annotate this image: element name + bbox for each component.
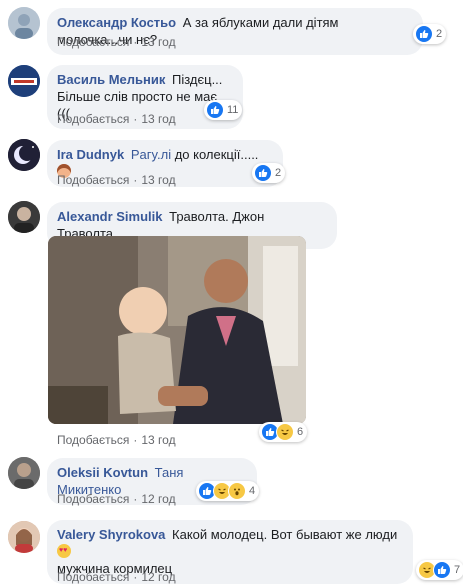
comment-item: Alexandr Simulik Траволта. Джон Траволта… bbox=[0, 197, 463, 447]
avatar[interactable] bbox=[8, 7, 40, 39]
like-link[interactable]: Подобається bbox=[57, 173, 129, 187]
comment-author[interactable]: Valery Shyrokova bbox=[57, 527, 165, 542]
mention-link[interactable]: Paгy.лі bbox=[131, 147, 171, 162]
comment-item: Valery Shyrokova Какой молодец. Вот быва… bbox=[0, 515, 463, 585]
separator-dot: · bbox=[133, 35, 138, 49]
comment-time[interactable]: 13 год bbox=[141, 433, 175, 447]
reaction-summary[interactable]: 4 bbox=[196, 481, 260, 501]
comment-item: Ira Dudnyk Paгy.лі до колекції..... 2 По… bbox=[0, 135, 463, 190]
comment-author[interactable]: Олександр Костьо bbox=[57, 15, 176, 30]
comment-item: Олександр Костьо А за яблуками дали дітя… bbox=[0, 0, 463, 55]
wow-icon bbox=[228, 482, 246, 500]
like-link[interactable]: Подобається bbox=[57, 35, 129, 49]
reaction-summary[interactable]: 2 bbox=[252, 163, 286, 183]
comment-author[interactable]: Oleksii Kovtun bbox=[57, 465, 148, 480]
reaction-count: 4 bbox=[249, 485, 256, 497]
separator-dot: · bbox=[133, 433, 138, 447]
comment-text: до колекції..... bbox=[174, 147, 259, 162]
reaction-count: 7 bbox=[454, 564, 461, 576]
comment-author[interactable]: Ira Dudnyk bbox=[57, 147, 124, 162]
comment-time[interactable]: 12 год bbox=[141, 570, 175, 584]
reaction-summary[interactable]: 6 bbox=[259, 422, 308, 442]
like-icon bbox=[433, 561, 451, 579]
like-link[interactable]: Подобається bbox=[57, 570, 129, 584]
reaction-count: 2 bbox=[275, 167, 282, 179]
reaction-count: 11 bbox=[227, 104, 239, 116]
like-icon bbox=[206, 101, 224, 119]
reaction-summary[interactable]: 11 bbox=[204, 100, 243, 120]
comment-meta: Подобається · 13 год bbox=[57, 173, 176, 187]
like-link[interactable]: Подобається bbox=[57, 492, 129, 506]
comment-item: Василь Мельник Піздєц... Більше слів про… bbox=[0, 60, 463, 130]
avatar[interactable] bbox=[8, 521, 40, 553]
comment-meta: Подобається · 12 год bbox=[57, 570, 176, 584]
separator-dot: · bbox=[133, 492, 138, 506]
comment-item: Oleksii Kovtun Таня Микитенко 4 Подобаєт… bbox=[0, 455, 463, 510]
like-icon bbox=[254, 164, 272, 182]
comment-text-line: Какой молодец. Вот бывают же люди bbox=[172, 527, 398, 542]
like-icon bbox=[415, 25, 433, 43]
comment-meta: Подобається · 13 год bbox=[57, 112, 176, 126]
reaction-summary[interactable]: 7 bbox=[416, 560, 463, 580]
avatar[interactable] bbox=[8, 65, 40, 97]
comment-photo[interactable] bbox=[48, 236, 306, 424]
separator-dot: · bbox=[133, 112, 138, 126]
separator-dot: · bbox=[133, 570, 138, 584]
like-link[interactable]: Подобається bbox=[57, 433, 129, 447]
separator-dot: · bbox=[133, 173, 138, 187]
comment-author[interactable]: Василь Мельник bbox=[57, 72, 165, 87]
haha-icon bbox=[276, 423, 294, 441]
like-link[interactable]: Подобається bbox=[57, 112, 129, 126]
comment-meta: Подобається · 12 год bbox=[57, 492, 176, 506]
reaction-summary[interactable]: 2 bbox=[413, 24, 447, 44]
comment-time[interactable]: 12 год bbox=[141, 492, 175, 506]
comment-author[interactable]: Alexandr Simulik bbox=[57, 209, 162, 224]
avatar[interactable] bbox=[8, 139, 40, 171]
heart-eyes-emoji-icon: ♥♥ bbox=[57, 544, 71, 558]
comment-meta: Подобається · 13 год bbox=[57, 433, 176, 447]
reaction-count: 2 bbox=[436, 28, 443, 40]
avatar[interactable] bbox=[8, 201, 40, 233]
comment-text-line: Піздєц... bbox=[172, 72, 223, 87]
avatar[interactable] bbox=[8, 457, 40, 489]
comment-time[interactable]: 13 год bbox=[141, 112, 175, 126]
reaction-count: 6 bbox=[297, 426, 304, 438]
comment-time[interactable]: 13 год bbox=[141, 173, 175, 187]
comment-time[interactable]: 13 год bbox=[141, 35, 175, 49]
comment-meta: Подобається · 13 год bbox=[57, 35, 176, 49]
